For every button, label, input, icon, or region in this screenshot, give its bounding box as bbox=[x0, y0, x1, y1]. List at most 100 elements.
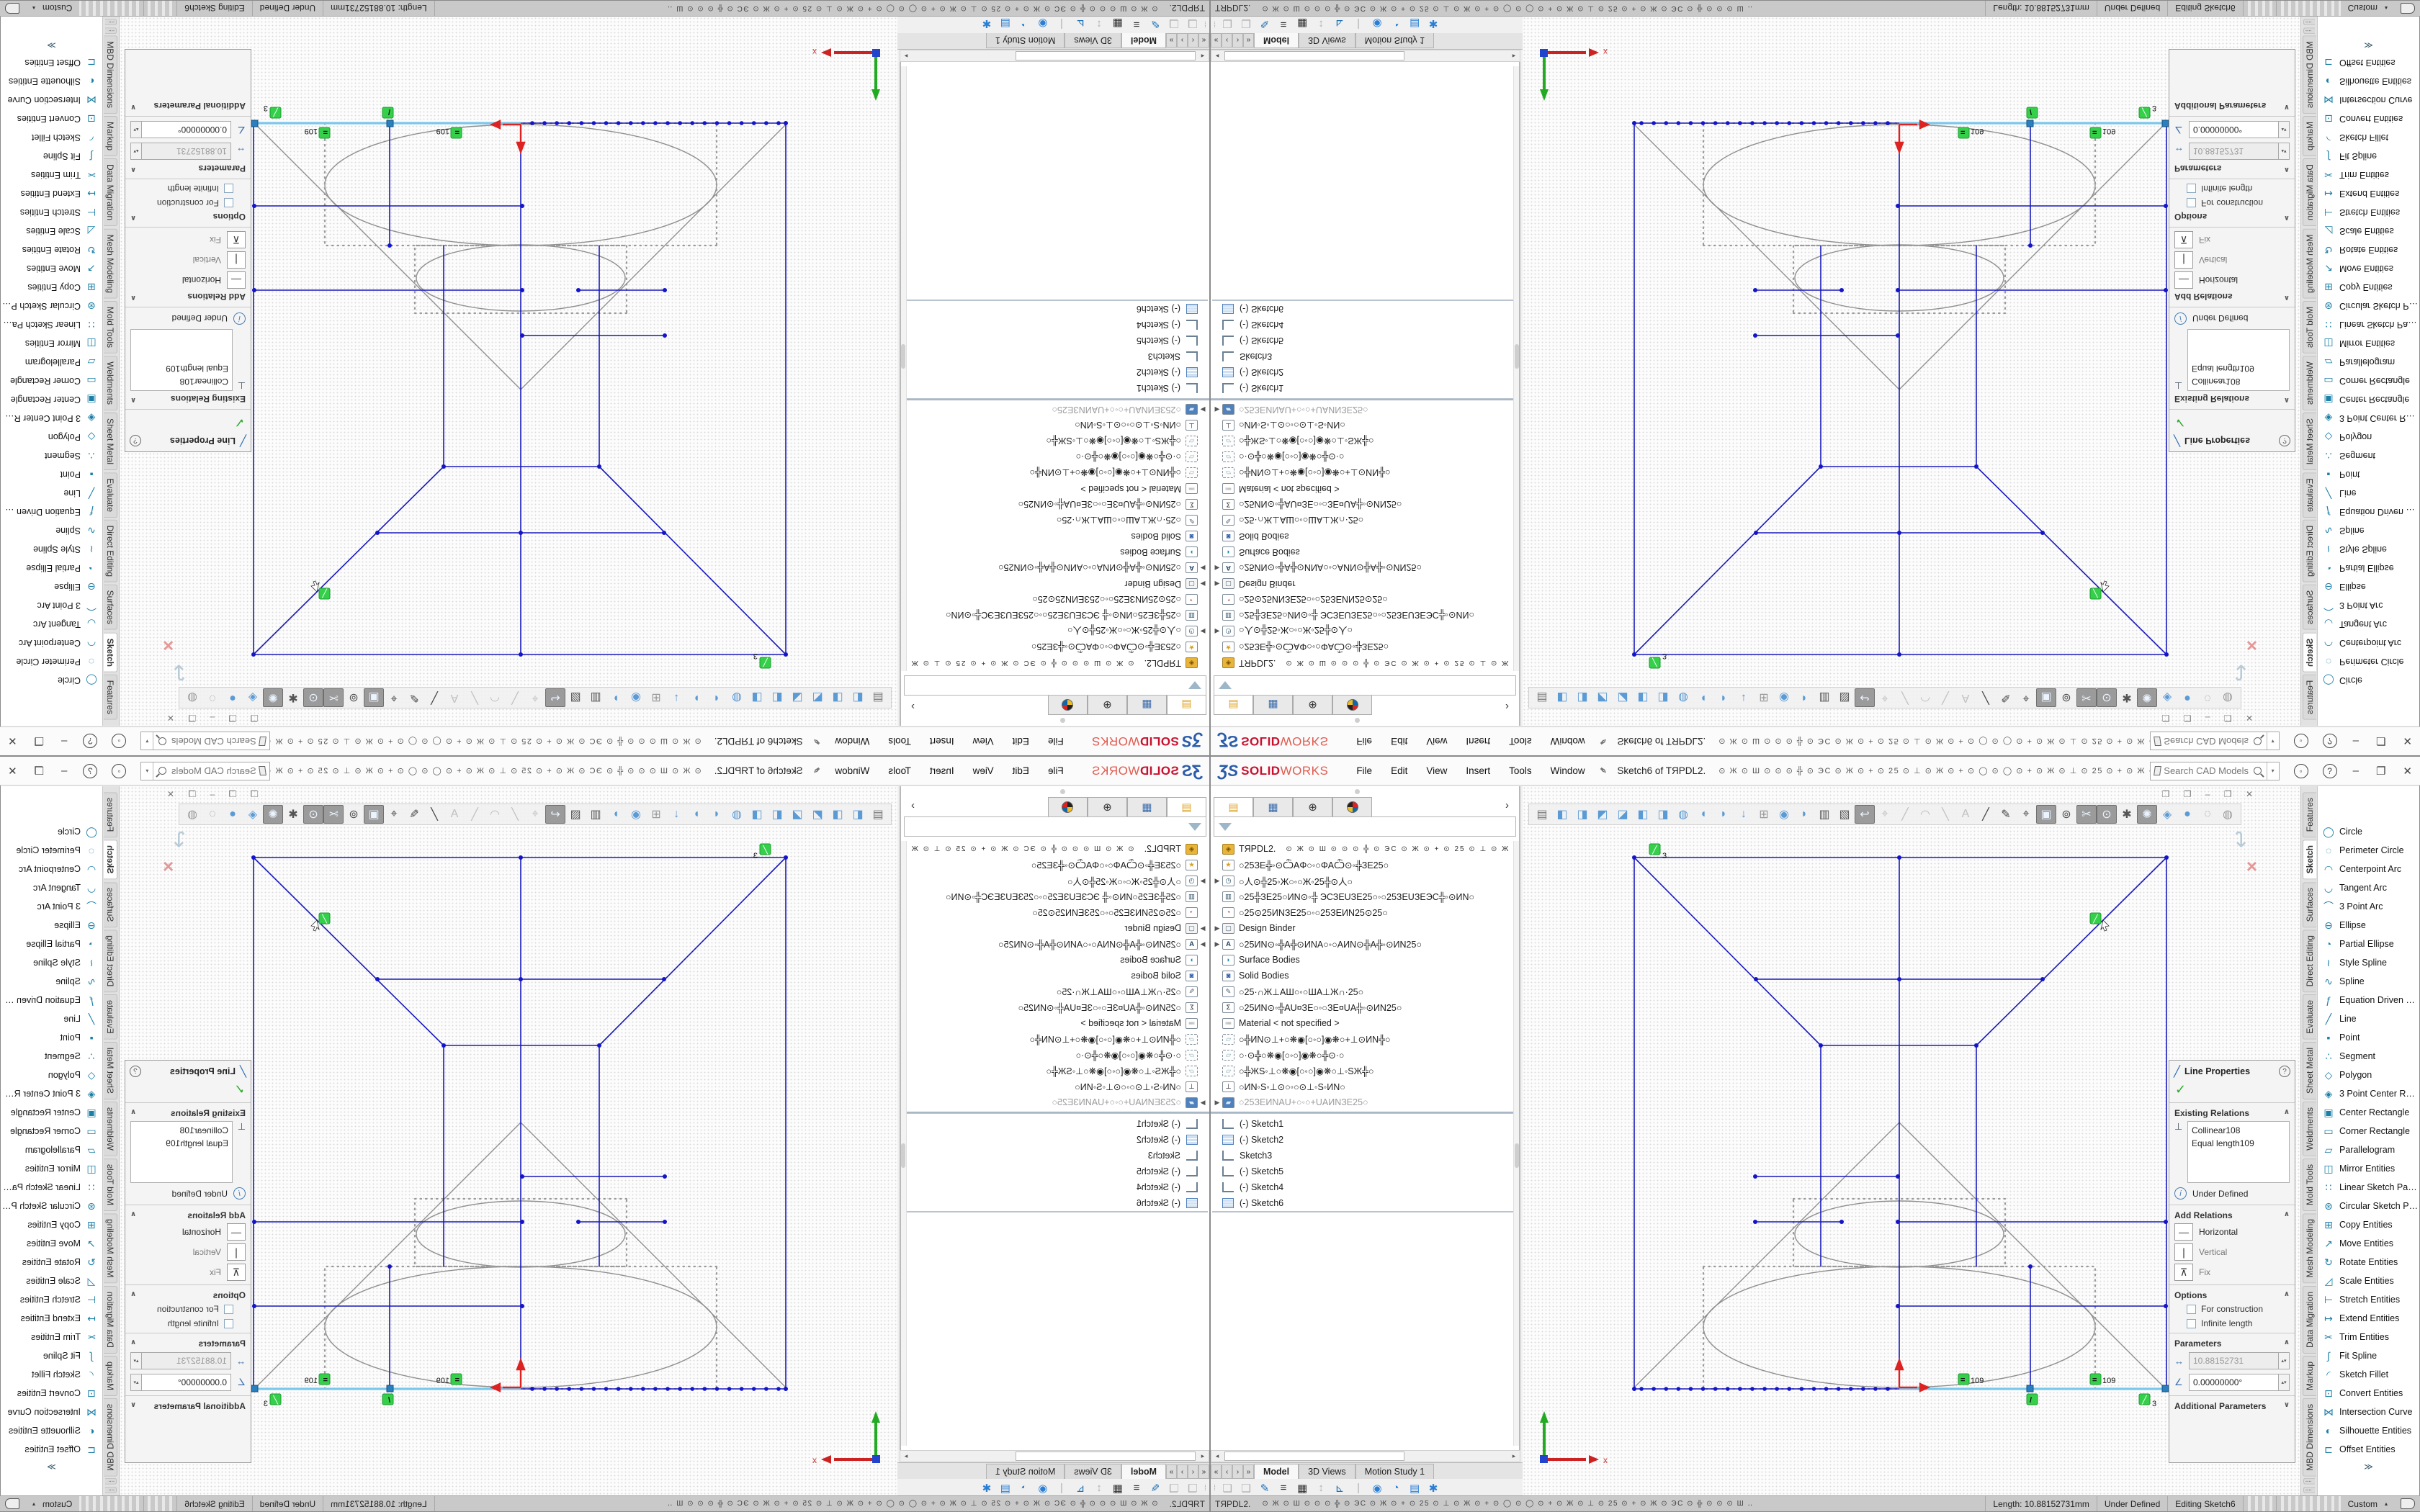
scroll-right-icon[interactable]: ▸ bbox=[1508, 1452, 1520, 1460]
tabs-overflow-button[interactable]: › bbox=[911, 701, 915, 713]
tree-item[interactable]: ▱ ○·⊙╬○❋◉[○◦○]◉❋○╬⊙·○ bbox=[905, 449, 1208, 465]
tree-item[interactable]: ★ ○25ЗЕ╬◦⊙ѼАΦ○◦○ΦАѼ⊙◦╬ЗЕ25○ bbox=[905, 639, 1208, 655]
status-units[interactable]: Custom▴ bbox=[25, 1496, 79, 1511]
feature-manager-tab[interactable]: ⊕ bbox=[1293, 797, 1332, 816]
command-tab[interactable]: Mesh Modeling bbox=[104, 228, 118, 298]
tree-item[interactable]: ▶ ▢ Design Binder bbox=[905, 920, 1208, 936]
restore-button[interactable]: ❐ bbox=[35, 765, 44, 778]
command-tab[interactable]: Evaluate bbox=[104, 472, 118, 518]
command-tab[interactable]: Mesh Modeling bbox=[2303, 1213, 2316, 1283]
tree-item[interactable]: ◗ Surface Bodies bbox=[905, 544, 1208, 560]
tree-item[interactable]: ▥ ○25╬ЗЕ25○ИN⊙◦╬ ЭСЗЕUЗЕ25○◦○25ЗЕUЗЕЭС╬◦… bbox=[1212, 608, 1515, 624]
toolbar-icon[interactable]: ✂ bbox=[2076, 688, 2097, 707]
tree-filter-box[interactable] bbox=[904, 675, 1206, 696]
sketch-tool-item[interactable]: ▪ Point bbox=[1, 465, 102, 484]
tree-item[interactable]: ▶ ◷ ○人⊙╬25◦Ж○◦○Ж◦25╬⊙人○ bbox=[905, 624, 1208, 639]
menu-item[interactable]: Insert bbox=[1456, 736, 1500, 747]
relations-listbox[interactable]: Collinear108 Equal length109 bbox=[130, 329, 233, 391]
collapse-icon[interactable]: ∧ bbox=[130, 394, 136, 404]
document-tab[interactable]: Motion Study 1 bbox=[1355, 1464, 1434, 1479]
sketch-list-item[interactable]: (-) Sketch4 bbox=[902, 317, 1208, 333]
relation-entry[interactable]: Equal length109 bbox=[2192, 1137, 2285, 1150]
parameter-input[interactable]: 10.88152731 bbox=[2189, 143, 2279, 160]
toolbar-icon[interactable]: ◉ bbox=[1774, 805, 1794, 824]
scroll-right-icon[interactable]: ▸ bbox=[1508, 52, 1520, 60]
tree-root-row[interactable]: ◈ TЯPDL2. ⊙ Ж ⊙ Ш ⊙ ⊙ ⊙ ╬ ⊙ ЭС ⊙ Ж ⊙ + ⊙… bbox=[1212, 655, 1515, 671]
relations-listbox[interactable]: Collinear108 Equal length109 bbox=[2187, 329, 2290, 391]
toolbar-icon[interactable]: ◠ bbox=[1915, 688, 1935, 707]
more-tools-icon[interactable]: ≫ bbox=[1, 40, 102, 50]
sketch-tool-item[interactable]: ↦ Extend Entities bbox=[1, 184, 102, 203]
search-icon[interactable] bbox=[158, 767, 166, 775]
pin-icon[interactable]: ✒ bbox=[810, 763, 825, 778]
tree-item[interactable]: ▥ ○25╬ЗЕ25○ИN⊙◦╬ ЭСЗЕUЗЕ25○◦○25ЗЕUЗЕЭС╬◦… bbox=[905, 608, 1208, 624]
tree-item[interactable]: ▱ ○╬ЖЅ◦⊥○❋◉[○◦○]◉❋○⊥◦ЅЖ╬○ bbox=[905, 1063, 1208, 1079]
sketch-tool-item[interactable]: ↻ Rotate Entities bbox=[2318, 240, 2419, 259]
spinner[interactable]: ▴▾ bbox=[2279, 143, 2290, 160]
panel-help-icon[interactable]: ? bbox=[130, 435, 141, 446]
toolbar-icon[interactable]: ◍ bbox=[1673, 688, 1693, 707]
bottom-toolbar-icon[interactable]: ✱ bbox=[1424, 18, 1443, 31]
spinner[interactable]: ▴▾ bbox=[130, 1374, 141, 1391]
confirm-corner-cancel-icon[interactable]: × bbox=[2246, 855, 2257, 878]
sketch-tool-item[interactable]: ✂ Trim Entities bbox=[1, 1328, 102, 1346]
sketch-tool-item[interactable]: ◿ Scale Entities bbox=[2318, 222, 2419, 240]
toolbar-icon[interactable]: ⌖ bbox=[1875, 688, 1895, 707]
toolbar-icon[interactable]: ╲ bbox=[465, 805, 485, 824]
tree-item[interactable]: ▶ ▢ Design Binder bbox=[1212, 576, 1515, 592]
confirm-corner-cancel-icon[interactable]: × bbox=[163, 855, 174, 878]
parameter-input[interactable]: 0.00000000° bbox=[141, 1374, 231, 1391]
sketch-tool-item[interactable]: ⊛ Circular Sketch Pattern bbox=[2318, 297, 2419, 315]
sketch-tool-item[interactable]: ∷ Linear Sketch Pattern bbox=[2318, 315, 2419, 334]
search-dropdown-icon[interactable]: ▾ bbox=[141, 768, 153, 774]
scroll-left-icon[interactable]: ◂ bbox=[1197, 52, 1209, 60]
tree-scrollbar[interactable] bbox=[1513, 66, 1519, 671]
tree-item[interactable]: ▱ ○·⊙╬○❋◉[○◦○]◉❋○╬⊙·○ bbox=[1212, 449, 1515, 465]
ok-check-icon[interactable]: ✓ bbox=[2169, 412, 2295, 430]
sketch-tool-item[interactable]: ⌒ 3 Point Arc bbox=[1, 596, 102, 615]
command-tab[interactable]: Markup bbox=[104, 116, 118, 156]
sketch-tool-item[interactable]: ◌ Perimeter Circle bbox=[1, 841, 102, 860]
sketch-tool-item[interactable]: ⊖ Ellipse bbox=[1, 577, 102, 596]
bottom-toolbar-icon[interactable]: ≡ bbox=[1127, 18, 1146, 31]
toolbar-icon[interactable]: ▣ bbox=[364, 688, 384, 707]
sketch-tool-item[interactable]: ╱ Line bbox=[1, 484, 102, 503]
bottom-toolbar-icon[interactable]: ▦ bbox=[1108, 1482, 1127, 1495]
bottom-toolbar-icon[interactable]: ❏ bbox=[1237, 18, 1255, 31]
toolbar-icon[interactable]: ◧ bbox=[1552, 688, 1572, 707]
checkbox[interactable] bbox=[2187, 199, 2196, 208]
sketch-tool-item[interactable]: ◠ Centerpoint Arc bbox=[1, 634, 102, 652]
sketch-tool-item[interactable]: ▭ Corner Rectangle bbox=[1, 1122, 102, 1140]
sketch-tool-item[interactable]: ✂ Trim Entities bbox=[1, 166, 102, 184]
add-relation-button[interactable]: ⊼ Fix bbox=[125, 230, 251, 250]
tree-horizontal-scrollbar[interactable]: ◂ ▸ bbox=[900, 1450, 1209, 1462]
tree-filter-box[interactable] bbox=[1214, 675, 1516, 696]
bottom-toolbar-icon[interactable]: ❏ bbox=[1165, 1482, 1183, 1495]
tab-nav-button[interactable]: ‹ bbox=[1222, 1464, 1232, 1479]
spinner[interactable]: ▴▾ bbox=[130, 1352, 141, 1369]
sketch-tool-item[interactable]: ∴ Segment bbox=[2318, 1047, 2419, 1066]
toolbar-icon[interactable]: ↩ bbox=[1855, 688, 1875, 707]
tree-item[interactable]: ★ ○25ЗЕ╬◦⊙ѼАΦ○◦○ΦАѼ⊙◦╬ЗЕ25○ bbox=[905, 857, 1208, 873]
tree-item[interactable]: Σ ○25ИN⊙◦╬АU¤ЗЕ○◦○ЗЕ¤UА╬◦⊙ИN25○ bbox=[905, 497, 1208, 513]
sketch-tool-item[interactable]: ∿ Spline bbox=[1, 521, 102, 540]
spinner[interactable]: ▴▾ bbox=[130, 143, 141, 160]
bottom-toolbar-icon[interactable]: ↕ bbox=[1090, 18, 1108, 31]
toolbar-icon[interactable]: ◧ bbox=[848, 805, 868, 824]
sketch-tool-item[interactable]: ◠ Centerpoint Arc bbox=[2318, 634, 2419, 652]
tree-item[interactable]: ▱ ○╬ЖЅ◦⊥○❋◉[○◦○]◉❋○⊥◦ЅЖ╬○ bbox=[905, 433, 1208, 449]
sketch-tool-item[interactable]: ◡ Tangent Arc bbox=[1, 878, 102, 897]
sketch-tool-item[interactable]: ◇ Polygon bbox=[2318, 428, 2419, 446]
sketch-tool-item[interactable]: ▣ Center Rectangle bbox=[1, 390, 102, 409]
tree-item[interactable]: ⊥ ○ИN◦Ѕ◦⊥⊙○◦○⊙⊥◦Ѕ◦ИN○ bbox=[905, 1079, 1208, 1094]
sketch-tool-item[interactable]: ◡ Tangent Arc bbox=[1, 615, 102, 634]
sketch-tool-item[interactable]: ∫ Fit Spline bbox=[1, 147, 102, 166]
sketch-tool-item[interactable]: ⊡ Convert Entities bbox=[2318, 1384, 2419, 1403]
panel-resize-handle[interactable] bbox=[1060, 789, 1065, 794]
command-tab[interactable]: Markup bbox=[104, 1356, 118, 1396]
toolbar-icon[interactable]: ⌖ bbox=[525, 688, 545, 707]
sketch-tool-item[interactable]: ⊞ Copy Entities bbox=[2318, 278, 2419, 297]
feature-manager-tab[interactable]: ▦ bbox=[1253, 797, 1293, 816]
command-tab[interactable]: Markup bbox=[2303, 116, 2316, 156]
toolbar-icon[interactable]: ▣ bbox=[2036, 805, 2056, 824]
